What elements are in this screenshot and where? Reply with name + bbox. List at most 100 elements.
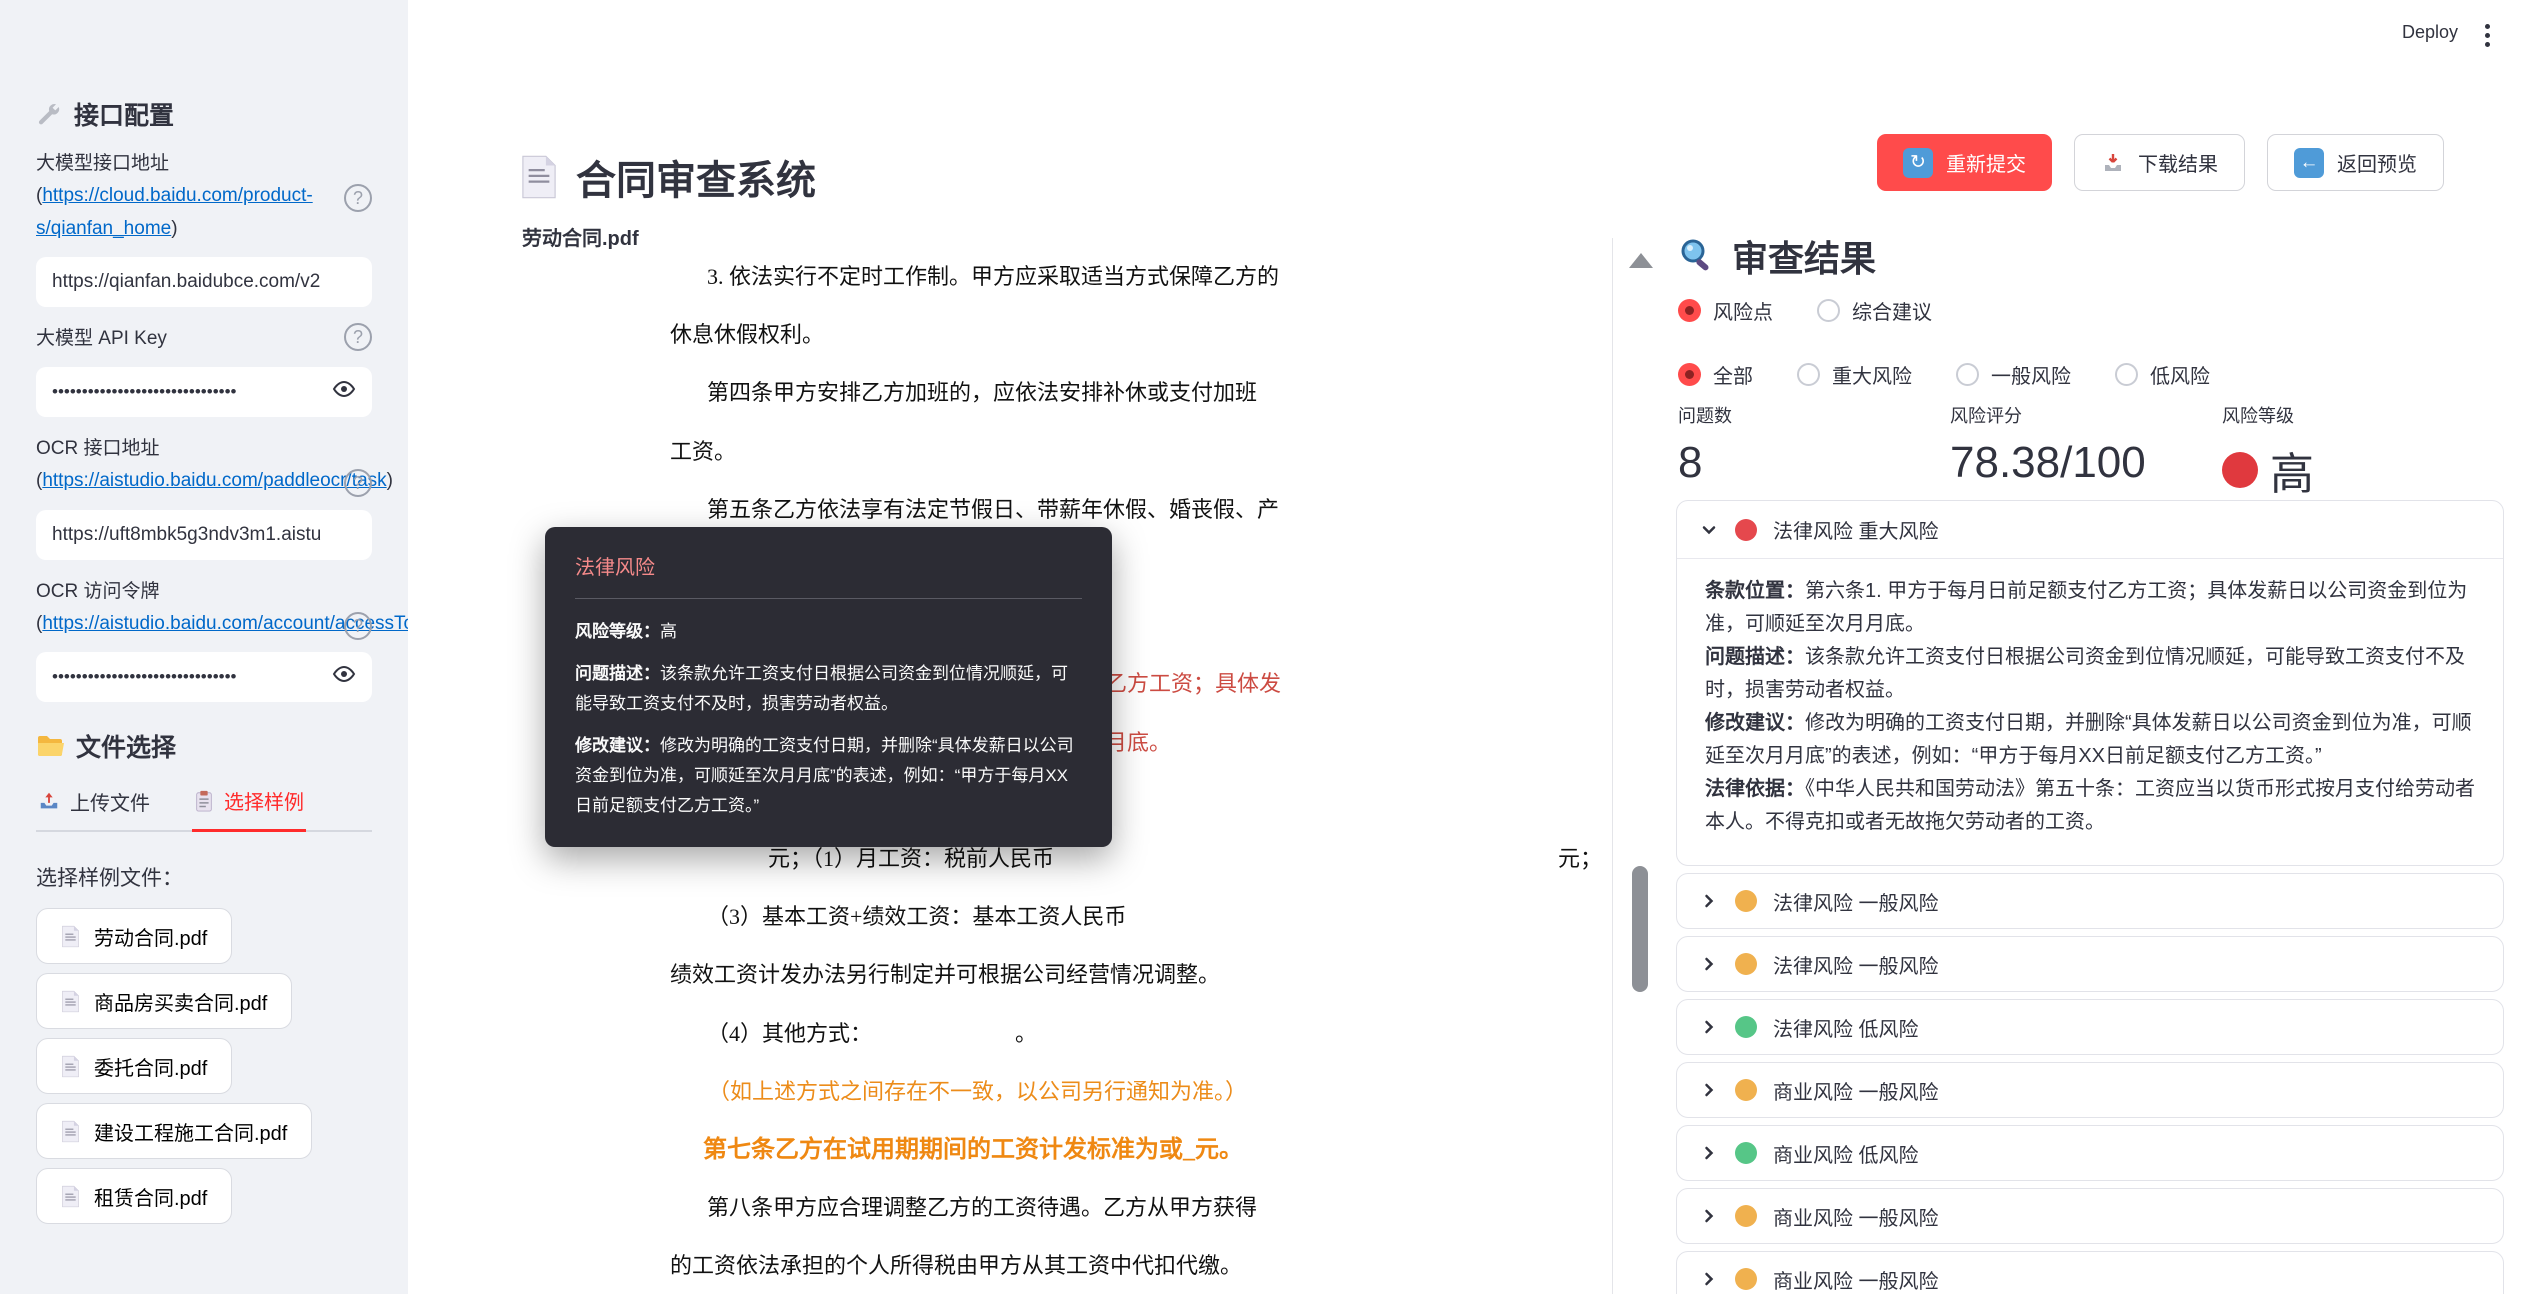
help-icon[interactable]: ? (344, 611, 372, 640)
chevron-right-icon (1699, 1080, 1719, 1100)
risk-card-header[interactable]: 法律风险 低风险 (1677, 1000, 2503, 1054)
tab-select-sample[interactable]: 选择样例 (192, 780, 306, 833)
help-icon[interactable]: ? (344, 184, 372, 212)
severity-dot-icon (1735, 518, 1757, 541)
radio-label: 风险点 (1713, 302, 1773, 324)
document-scrollbar-thumb[interactable] (1632, 866, 1648, 992)
ocr-token-field: OCR 访问令牌 (https://aistudio.baidu.com/acc… (36, 576, 408, 703)
kebab-menu-icon[interactable] (2474, 20, 2500, 50)
risk-card-header[interactable]: 法律风险 一般风险 (1677, 937, 2503, 991)
ocr-url-link[interactable]: https://aistudio.baidu.com/paddleocr/tas… (42, 470, 386, 491)
sample-files-label: 选择样例文件： (36, 867, 183, 891)
resubmit-button[interactable]: ↻ 重新提交 (1877, 134, 2052, 191)
back-to-preview-button[interactable]: ← 返回预览 (2267, 134, 2444, 191)
risk-card-header[interactable]: 法律风险 重大风险 (1677, 501, 2503, 559)
ocr-token-input[interactable]: ••••••••••••••••••••••••••••••• (36, 652, 372, 703)
folder-icon (38, 736, 64, 757)
action-buttons: ↻ 重新提交 下载结果 ← 返回预览 (1877, 134, 2444, 191)
risk-card: 法律风险 低风险 (1676, 999, 2504, 1055)
ocr-url-input[interactable]: https://uft8mbk5g3ndv3m1.aistu (36, 509, 372, 560)
risk-card-list: 法律风险 重大风险条款位置：第六条1. 甲方于每月日前足额支付乙方工资；具体发薪… (1676, 500, 2504, 1294)
document-line: 元；（1）月工资：税前人民币 元； (520, 844, 1610, 874)
llm-url-field: 大模型接口地址 (https://cloud.baidu.com/product… (36, 148, 372, 307)
scroll-up-arrow-icon[interactable] (1629, 253, 1653, 268)
risk-card-header[interactable]: 法律风险 一般风险 (1677, 874, 2503, 928)
radio-icon[interactable] (1797, 363, 1820, 386)
tooltip-field: 问题描述：该条款允许工资支付日根据公司资金到位情况顺延，可能导致工资支付不及时，… (575, 664, 1068, 713)
document-line: 3. 依法实行不定时工作制。甲方应采取适当方式保障乙方的 (707, 264, 1280, 289)
severity-dot-icon (1735, 1142, 1757, 1164)
ocr-token-label: OCR 访问令牌 (36, 580, 160, 602)
risk-card: 法律风险 重大风险条款位置：第六条1. 甲方于每月日前足额支付乙方工资；具体发薪… (1676, 500, 2504, 866)
document-line: （如上述方式之间存在不一致，以公司另行通知为准。） (708, 1078, 1248, 1104)
stat-问题数: 问题数 8 (1678, 402, 1950, 502)
sample-file-button[interactable]: 委托合同.pdf (36, 1038, 233, 1095)
risk-card-header[interactable]: 商业风险 低风险 (1677, 1126, 2503, 1180)
stat-label: 风险评分 (1950, 406, 2022, 426)
llm-key-field: 大模型 API Key ? ••••••••••••••••••••••••••… (36, 322, 372, 418)
stats-row: 问题数 8 风险评分 78.38/100 风险等级高 (1678, 402, 2494, 502)
risk-card-title: 商业风险 低风险 (1773, 1144, 1919, 1167)
sample-file-button[interactable]: 商品房买卖合同.pdf (36, 973, 293, 1030)
severity-dot-icon (1735, 953, 1757, 975)
risk-card: 法律风险 一般风险 (1676, 936, 2504, 992)
risk-card-field: 条款位置：第六条1. 甲方于每月日前足额支付乙方工资；具体发薪日以公司资金到位为… (1705, 580, 2468, 635)
sidebar: 接口配置 大模型接口地址 (https://cloud.baidu.com/pr… (0, 0, 408, 1294)
risk-card: 商业风险 一般风险 (1676, 1188, 2504, 1244)
llm-url-label: 大模型接口地址 (36, 153, 170, 174)
radio-option-全部[interactable]: 全部 (1678, 360, 1753, 389)
radio-icon[interactable] (1678, 363, 1701, 386)
file-icon (62, 925, 79, 948)
tooltip-field: 风险等级：高 (575, 622, 677, 641)
risk-card-title: 法律风险 一般风险 (1773, 955, 1939, 978)
llm-key-input[interactable]: ••••••••••••••••••••••••••••••• (36, 367, 372, 418)
help-icon[interactable]: ? (344, 469, 372, 498)
download-icon (2105, 153, 2121, 171)
llm-url-input[interactable]: https://qianfan.baidubce.com/v2 (36, 256, 372, 307)
radio-option-重大风险[interactable]: 重大风险 (1797, 360, 1912, 389)
eye-icon[interactable] (332, 377, 356, 407)
risk-card-header[interactable]: 商业风险 一般风险 (1677, 1252, 2503, 1294)
stat-value: 8 (1678, 438, 1703, 487)
file-icon (62, 1185, 79, 1208)
clipboard-icon (196, 790, 212, 812)
document-line: 第五条乙方依法享有法定节假日、带薪年休假、婚丧假、产 (707, 496, 1280, 522)
results-title: 审查结果 (1676, 230, 2506, 282)
view-mode-radio-group: 风险点 综合建议 (1678, 296, 1932, 325)
eye-icon[interactable] (332, 662, 356, 692)
tooltip-field: 修改建议：修改为明确的工资支付日期，并删除“具体发薪日以公司资金到位为准，可顺延… (575, 736, 1074, 815)
radio-label: 一般风险 (1991, 366, 2071, 388)
llm-url-link[interactable]: https://cloud.baidu.com/product-s/qianfa… (36, 185, 313, 238)
risk-card-header[interactable]: 商业风险 一般风险 (1677, 1063, 2503, 1117)
chevron-right-icon (1699, 1206, 1719, 1226)
radio-option-一般风险[interactable]: 一般风险 (1956, 360, 2071, 389)
severity-dot-icon (1735, 1268, 1757, 1290)
help-icon[interactable]: ? (344, 322, 372, 351)
radio-icon[interactable] (2115, 363, 2138, 386)
risk-card-title: 商业风险 一般风险 (1773, 1081, 1939, 1104)
risk-card-body: 条款位置：第六条1. 甲方于每月日前足额支付乙方工资；具体发薪日以公司资金到位为… (1677, 559, 2503, 865)
chevron-down-icon (1699, 520, 1719, 540)
stat-label: 风险等级 (2222, 406, 2294, 426)
radio-option-风险点[interactable]: 风险点 (1678, 296, 1773, 325)
severity-dot-icon (1735, 1016, 1757, 1038)
tab-upload-file[interactable]: 上传文件 (36, 780, 152, 830)
download-results-button[interactable]: 下载结果 (2074, 134, 2245, 191)
document-line: 休息休假权利。 (670, 322, 825, 348)
document-line: 绩效工资计发办法另行制定并可根据公司经营情况调整。 (670, 962, 1221, 988)
radio-option-低风险[interactable]: 低风险 (2115, 360, 2210, 389)
radio-icon[interactable] (1956, 363, 1979, 386)
radio-option-综合建议[interactable]: 综合建议 (1817, 296, 1932, 325)
sample-file-button[interactable]: 建设工程施工合同.pdf (36, 1103, 313, 1160)
file-label: 劳动合同.pdf (94, 927, 208, 950)
risk-card: 商业风险 一般风险 (1676, 1062, 2504, 1118)
sample-file-button[interactable]: 租赁合同.pdf (36, 1168, 233, 1225)
radio-icon[interactable] (1817, 299, 1840, 322)
risk-card-header[interactable]: 商业风险 一般风险 (1677, 1189, 2503, 1243)
radio-icon[interactable] (1678, 299, 1701, 322)
risk-card: 商业风险 低风险 (1676, 1125, 2504, 1181)
sample-file-button[interactable]: 劳动合同.pdf (36, 908, 233, 965)
deploy-button[interactable]: Deploy (2402, 22, 2458, 43)
stat-label: 问题数 (1678, 406, 1732, 426)
risk-card-field: 问题描述：该条款允许工资支付日根据公司资金到位情况顺延，可能导致工资支付不及时，… (1705, 646, 2465, 701)
